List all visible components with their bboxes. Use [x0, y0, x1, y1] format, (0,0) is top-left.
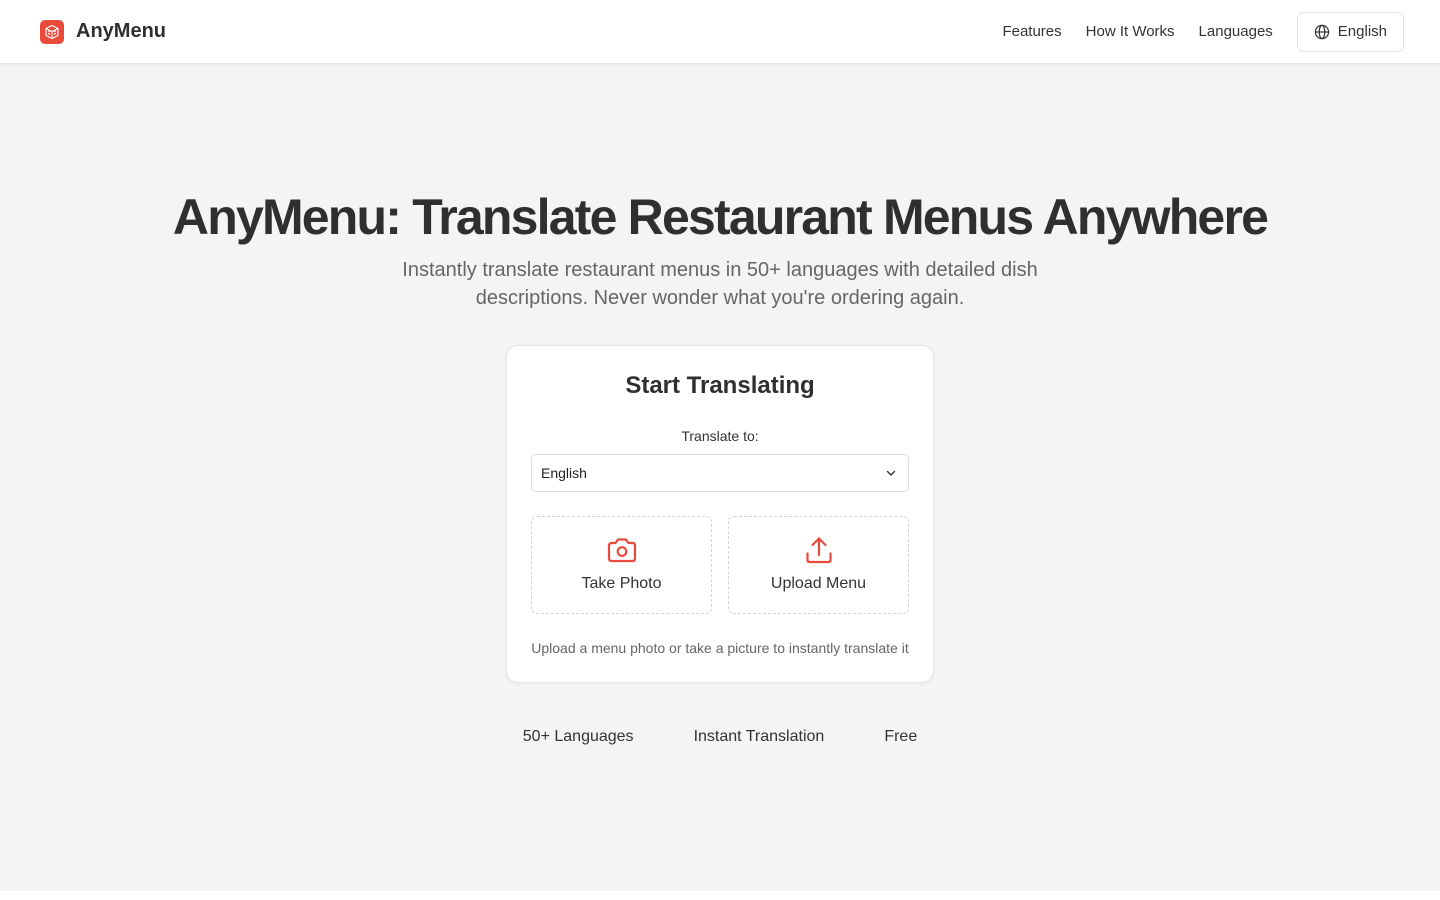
top-navbar: AnyMenu Features How It Works Languages …: [0, 0, 1440, 64]
feature-languages: 50+ Languages: [522, 728, 634, 745]
nav-link-how-it-works[interactable]: How It Works: [1086, 23, 1175, 40]
feature-highlights: 50+ Languages Instant Translation Free: [0, 728, 1440, 746]
target-language-select[interactable]: English: [531, 454, 909, 492]
globe-icon: [1314, 24, 1330, 40]
nav-link-features[interactable]: Features: [1002, 23, 1061, 40]
take-photo-button[interactable]: Take Photo: [531, 516, 712, 614]
hero-subtitle: Instantly translate restaurant menus in …: [402, 259, 1038, 309]
camera-icon: [606, 535, 638, 565]
feature-instant-translation: Instant Translation: [693, 728, 825, 745]
menu-logo-icon: [40, 19, 64, 44]
take-photo-label: Take Photo: [581, 575, 662, 592]
brand[interactable]: AnyMenu: [40, 19, 166, 44]
language-switcher-button[interactable]: English: [1296, 11, 1404, 52]
brand-name: AnyMenu: [76, 20, 166, 42]
main-nav: Features How It Works Languages English: [1002, 11, 1404, 52]
page-title: AnyMenu: Translate Restaurant Menus Anyw…: [172, 189, 1269, 245]
upload-hint: Upload a menu photo or take a picture to…: [531, 640, 909, 656]
upload-icon: [804, 535, 834, 565]
feature-free: Free: [884, 728, 918, 745]
translate-card: Start Translating Translate to: English …: [506, 345, 934, 683]
selected-language: English: [541, 465, 587, 481]
card-title: Start Translating: [625, 372, 815, 399]
target-language-label: Translate to:: [681, 428, 759, 444]
hero-section: AnyMenu: Translate Restaurant Menus Anyw…: [0, 64, 1440, 891]
upload-menu-button[interactable]: Upload Menu: [728, 516, 909, 614]
upload-menu-label: Upload Menu: [770, 575, 867, 592]
nav-link-languages[interactable]: Languages: [1199, 23, 1273, 40]
chevron-down-icon: [884, 466, 898, 480]
language-switcher-label: English: [1337, 23, 1387, 40]
